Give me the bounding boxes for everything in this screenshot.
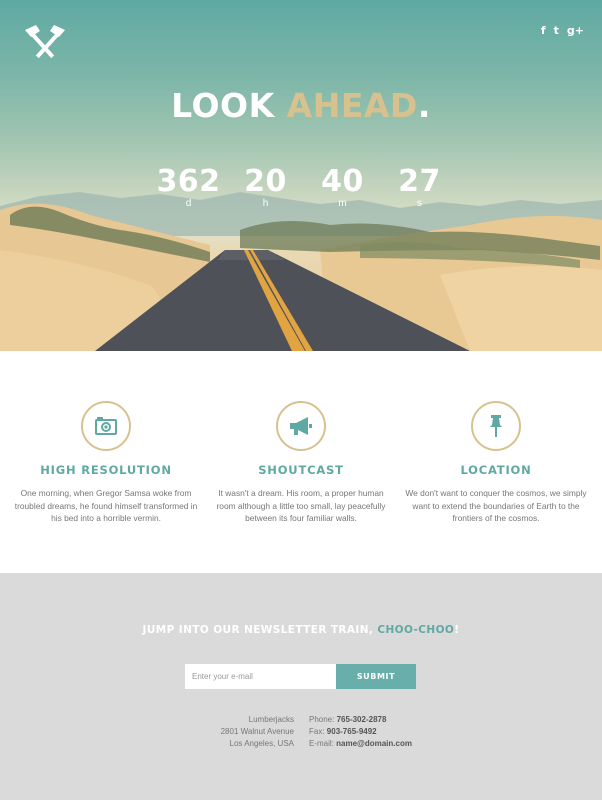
email-address[interactable]: name@domain.com bbox=[336, 739, 412, 748]
pushpin-icon bbox=[490, 415, 502, 437]
phone-line: Phone: 765-302-2878 bbox=[309, 714, 469, 726]
feature-shoutcast: SHOUTCAST It wasn't a dream. His room, a… bbox=[203, 401, 399, 525]
newsletter-section: JUMP INTO OUR NEWSLETTER TRAIN, CHOO-CHO… bbox=[0, 573, 602, 800]
newsletter-form: SUBMIT bbox=[185, 664, 416, 689]
feature-description: It wasn't a dream. His room, a proper hu… bbox=[216, 488, 386, 523]
countdown-days-unit: d bbox=[185, 198, 192, 209]
address-city: Los Angeles, USA bbox=[229, 739, 294, 748]
feature-icon-ring bbox=[276, 401, 326, 451]
crossed-axes-logo-icon[interactable] bbox=[22, 24, 68, 58]
feature-title: HIGH RESOLUTION bbox=[40, 463, 172, 477]
facebook-icon[interactable]: f bbox=[541, 24, 546, 38]
countdown-seconds-unit: s bbox=[417, 198, 422, 209]
newsletter-title-end: ! bbox=[454, 624, 460, 636]
email-line: E-mail: name@domain.com bbox=[309, 738, 469, 750]
feature-icon-ring bbox=[471, 401, 521, 451]
feature-title: LOCATION bbox=[460, 463, 532, 477]
submit-button[interactable]: SUBMIT bbox=[336, 664, 416, 689]
fax-number: 903-765-9492 bbox=[326, 727, 377, 736]
countdown-minutes-value: 40 bbox=[321, 164, 364, 199]
feature-title: SHOUTCAST bbox=[258, 463, 344, 477]
countdown-hours-value: 20 bbox=[244, 164, 287, 199]
features-section: HIGH RESOLUTION One morning, when Gregor… bbox=[0, 351, 602, 573]
countdown-days-value: 362 bbox=[156, 164, 221, 199]
twitter-icon[interactable]: t bbox=[554, 24, 559, 38]
countdown-minutes-unit: m bbox=[338, 198, 347, 209]
phone-block: Phone: 765-302-2878 Fax: 903-765-9492 E-… bbox=[309, 714, 469, 750]
newsletter-title-accent: CHOO-CHOO bbox=[377, 624, 455, 636]
address-street: 2801 Walnut Avenue bbox=[220, 727, 294, 736]
fax-line: Fax: 903-765-9492 bbox=[309, 726, 469, 738]
headline-word-ahead: AHEAD bbox=[286, 86, 418, 125]
countdown-hours: 20 h bbox=[227, 164, 304, 210]
address-company: Lumberjacks bbox=[248, 715, 294, 724]
feature-description: We don't want to conquer the cosmos, we … bbox=[405, 488, 587, 523]
feature-description: One morning, when Gregor Samsa woke from… bbox=[14, 488, 198, 523]
feature-icon-ring bbox=[81, 401, 131, 451]
countdown-seconds: 27 s bbox=[381, 164, 458, 210]
countdown-days: 362 d bbox=[150, 164, 227, 210]
countdown-seconds-value: 27 bbox=[398, 164, 441, 199]
hero-section: f t g+ LOOK AHEAD. 362 d 20 h 40 m 27 s bbox=[0, 0, 602, 351]
email-input[interactable] bbox=[185, 664, 336, 689]
feature-location: LOCATION We don't want to conquer the co… bbox=[398, 401, 594, 525]
megaphone-icon bbox=[290, 417, 312, 435]
newsletter-title-text: JUMP INTO OUR NEWSLETTER TRAIN, bbox=[142, 624, 374, 636]
countdown-minutes: 40 m bbox=[304, 164, 381, 210]
desert-road-illustration bbox=[0, 203, 602, 351]
email-label: E-mail: bbox=[309, 739, 334, 748]
feature-high-resolution: HIGH RESOLUTION One morning, when Gregor… bbox=[8, 401, 204, 525]
fax-label: Fax: bbox=[309, 727, 325, 736]
phone-label: Phone: bbox=[309, 715, 335, 724]
social-links: f t g+ bbox=[541, 24, 584, 38]
countdown-hours-unit: h bbox=[262, 198, 269, 209]
headline-word-look: LOOK bbox=[171, 86, 275, 125]
hero-headline: LOOK AHEAD. bbox=[0, 86, 602, 125]
address-block: Lumberjacks 2801 Walnut Avenue Los Angel… bbox=[190, 714, 294, 750]
google-plus-icon[interactable]: g+ bbox=[567, 24, 584, 38]
phone-number[interactable]: 765-302-2878 bbox=[337, 715, 387, 724]
newsletter-title: JUMP INTO OUR NEWSLETTER TRAIN, CHOO-CHO… bbox=[0, 624, 602, 636]
camera-icon bbox=[95, 417, 117, 435]
headline-dot: . bbox=[417, 86, 431, 125]
countdown-timer: 362 d 20 h 40 m 27 s bbox=[150, 164, 460, 210]
